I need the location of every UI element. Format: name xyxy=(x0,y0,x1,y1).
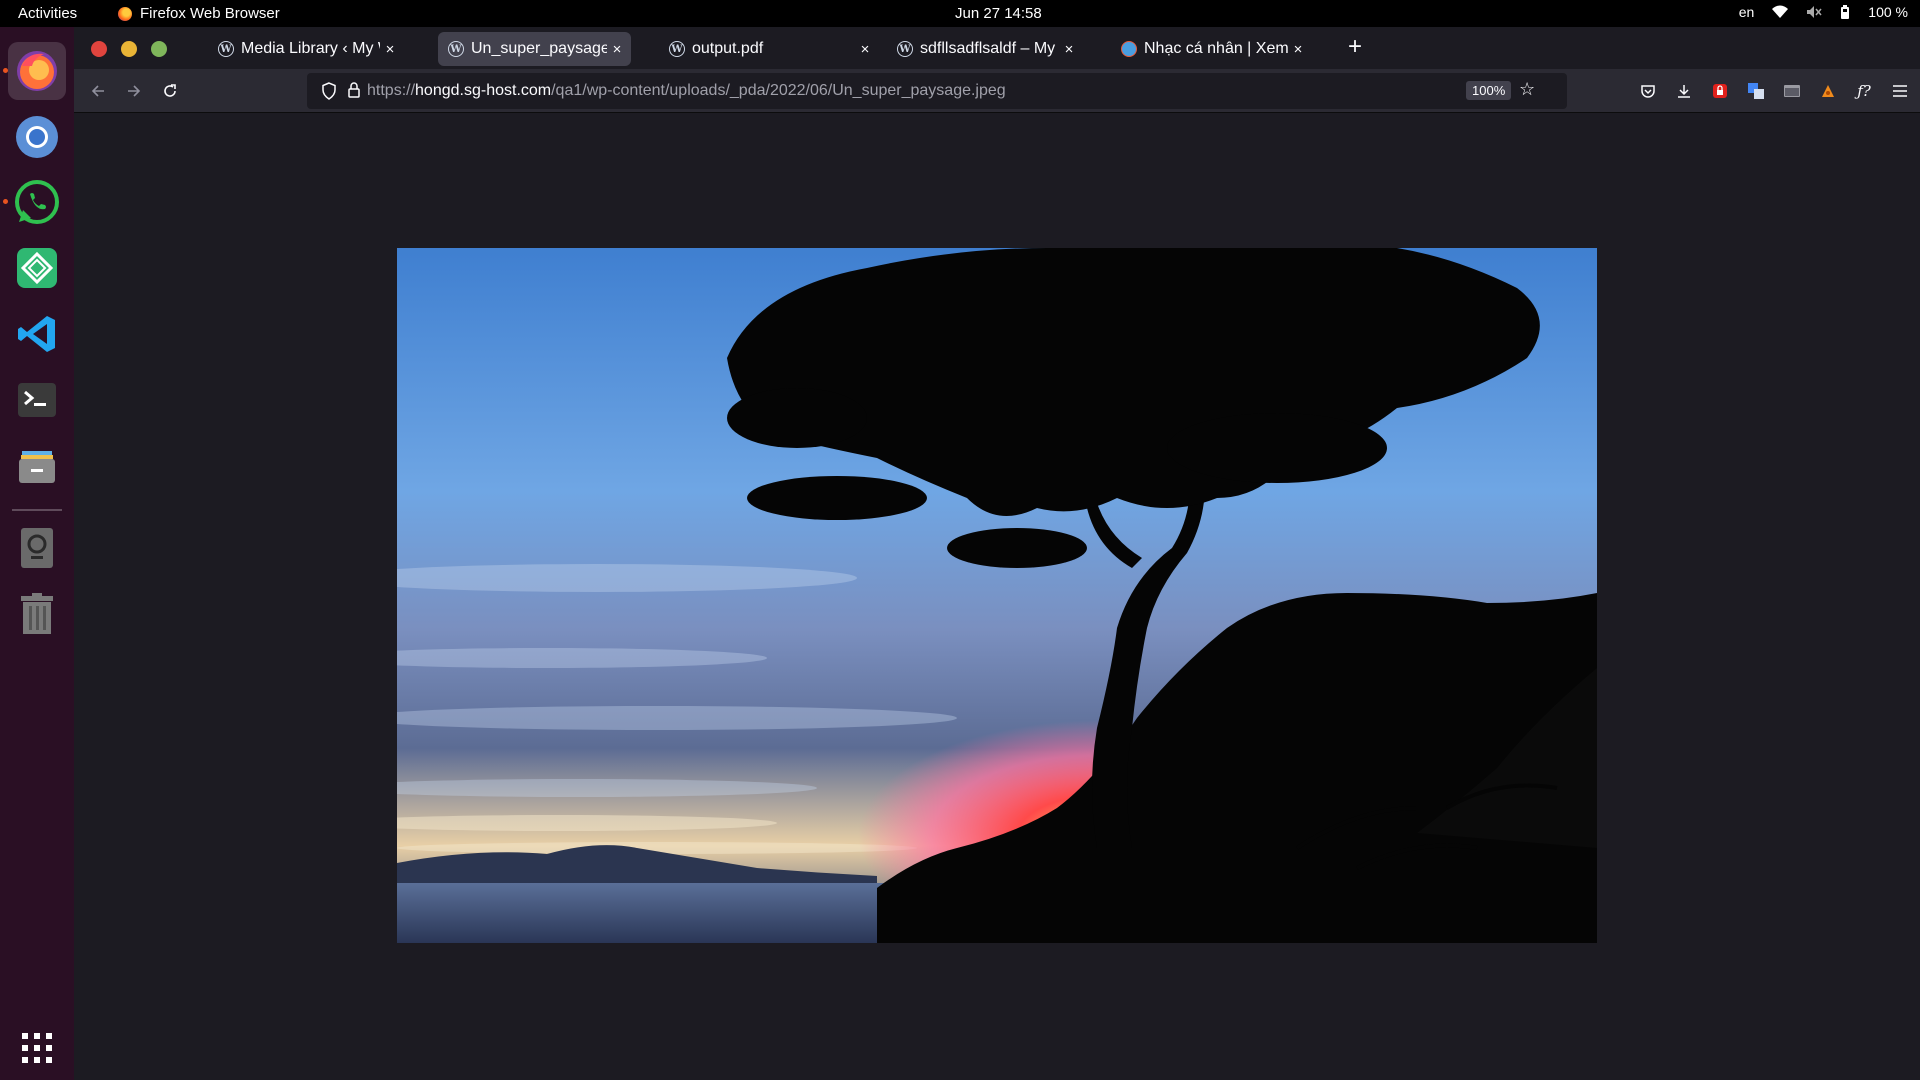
wordpress-icon: W xyxy=(897,41,913,57)
app-menu[interactable]: Firefox Web Browser xyxy=(118,5,280,22)
site-favicon-icon xyxy=(1121,41,1137,57)
wordpress-icon: W xyxy=(448,41,464,57)
gitkraken-icon xyxy=(17,248,57,288)
tab-strip: W Media Library ‹ My Wor × W Un_super_pa… xyxy=(74,27,1920,69)
tab-label: Nhạc cá nhân | Xem bài xyxy=(1144,40,1288,57)
zoom-indicator[interactable]: 100% xyxy=(1466,81,1512,100)
back-button[interactable] xyxy=(86,79,110,103)
volume-muted-icon xyxy=(1807,6,1822,18)
extension-window-button[interactable] xyxy=(1780,79,1804,103)
extension-translate-button[interactable] xyxy=(1744,79,1768,103)
url-scheme: https:// xyxy=(367,82,416,99)
close-tab-icon[interactable]: × xyxy=(1059,41,1079,58)
wordpress-icon: W xyxy=(669,41,685,57)
forward-arrow-icon xyxy=(128,85,141,97)
url-text[interactable]: https://hongd.sg-host.com/qa1/wp-content… xyxy=(367,82,1006,100)
firefox-icon xyxy=(118,6,132,21)
battery-percent: 100 % xyxy=(1868,4,1908,20)
dock-chromium[interactable] xyxy=(8,108,66,166)
bookmark-star-icon[interactable]: ☆ xyxy=(1519,79,1535,100)
show-applications-button[interactable] xyxy=(8,1019,66,1077)
forward-button[interactable] xyxy=(122,79,146,103)
lock-icon[interactable] xyxy=(347,81,361,99)
app-grid-icon xyxy=(22,1033,52,1063)
app-menu-button[interactable] xyxy=(1888,79,1912,103)
dock-whatsapp[interactable] xyxy=(8,173,66,231)
dock-gitkraken[interactable] xyxy=(8,239,66,297)
back-arrow-icon xyxy=(91,85,104,97)
clock[interactable]: Jun 27 14:58 xyxy=(955,5,1042,22)
tracking-protection-shield-icon[interactable] xyxy=(321,82,337,100)
whatsapp-icon xyxy=(15,180,59,224)
sunset-tree-landscape-photo[interactable] xyxy=(397,248,1597,943)
system-top-bar: Activities Firefox Web Browser Jun 27 14… xyxy=(0,0,1920,27)
language-indicator[interactable]: en xyxy=(1739,4,1755,20)
battery-icon xyxy=(1841,4,1850,19)
tab-label: Un_super_paysage.jpeg xyxy=(471,40,607,57)
dock-files[interactable] xyxy=(8,437,66,495)
chromium-icon xyxy=(16,116,58,158)
wifi-icon xyxy=(1772,5,1789,18)
dock-screenshot[interactable] xyxy=(8,519,66,577)
running-indicator xyxy=(3,68,8,73)
reload-button[interactable] xyxy=(158,79,182,103)
tab-label: output.pdf xyxy=(692,40,764,57)
minimize-window-button[interactable] xyxy=(121,41,137,57)
download-icon xyxy=(1678,85,1690,98)
close-tab-icon[interactable]: × xyxy=(380,41,400,58)
orange-extension-icon xyxy=(1822,85,1834,97)
url-bar[interactable]: https://hongd.sg-host.com/qa1/wp-content… xyxy=(307,73,1567,109)
trash-icon xyxy=(21,593,53,634)
extension-fox-button[interactable] xyxy=(1816,79,1840,103)
running-indicator xyxy=(3,199,8,204)
close-window-button[interactable] xyxy=(91,41,107,57)
dock-firefox[interactable] xyxy=(8,42,66,100)
tab-un-super-paysage[interactable]: W Un_super_paysage.jpeg × xyxy=(438,32,631,66)
activities-button[interactable]: Activities xyxy=(18,5,77,22)
dock-vscode[interactable] xyxy=(8,305,66,363)
firefox-window: W Media Library ‹ My Wor × W Un_super_pa… xyxy=(74,27,1920,1080)
pocket-button[interactable] xyxy=(1636,79,1660,103)
downloads-button[interactable] xyxy=(1672,79,1696,103)
files-icon xyxy=(19,451,55,483)
dock-separator xyxy=(12,509,62,511)
wordpress-icon: W xyxy=(218,41,234,57)
adblock-icon xyxy=(1713,84,1727,98)
tab-output-pdf[interactable]: W output.pdf × xyxy=(659,32,879,66)
translate-icon xyxy=(1748,83,1764,99)
terminal-icon xyxy=(18,383,56,417)
function-icon: ƒ? xyxy=(1857,82,1871,100)
tab-nhac-ca-nhan[interactable]: Nhạc cá nhân | Xem bài × xyxy=(1111,32,1312,66)
new-tab-button[interactable]: + xyxy=(1340,33,1370,61)
screenshot-icon xyxy=(21,528,53,568)
close-tab-icon[interactable]: × xyxy=(607,41,627,58)
close-tab-icon[interactable]: × xyxy=(855,41,875,58)
dock-terminal[interactable] xyxy=(8,371,66,429)
dock xyxy=(0,27,74,1080)
app-name: Firefox Web Browser xyxy=(140,5,280,22)
hamburger-menu-icon xyxy=(1893,85,1907,97)
landscape-image xyxy=(397,248,1597,943)
navigation-toolbar: https://hongd.sg-host.com/qa1/wp-content… xyxy=(74,69,1920,113)
close-tab-icon[interactable]: × xyxy=(1288,41,1308,58)
url-host: sg-host.com xyxy=(463,82,552,99)
pocket-icon xyxy=(1641,85,1655,98)
system-tray[interactable]: en 100 % xyxy=(1739,4,1908,20)
tab-sdfllsadflsaldf[interactable]: W sdfllsadflsaldf – My Wo × xyxy=(887,32,1083,66)
vscode-icon xyxy=(18,316,55,352)
tab-label: Media Library ‹ My Wor xyxy=(241,40,380,57)
reload-icon xyxy=(164,84,176,97)
image-viewer xyxy=(74,113,1920,1080)
extension-adblock-button[interactable] xyxy=(1708,79,1732,103)
url-path: /qa1/wp-content/uploads/_pda/2022/06/Un_… xyxy=(551,82,1006,99)
firefox-icon xyxy=(17,51,57,91)
url-subdomain: hongd. xyxy=(415,82,464,99)
maximize-window-button[interactable] xyxy=(151,41,167,57)
extension-function-button[interactable]: ƒ? xyxy=(1852,79,1876,103)
tab-label: sdfllsadflsaldf – My Wo xyxy=(920,40,1059,57)
tab-media-library[interactable]: W Media Library ‹ My Wor × xyxy=(208,32,404,66)
window-extension-icon xyxy=(1784,85,1800,97)
dock-trash[interactable] xyxy=(8,585,66,643)
